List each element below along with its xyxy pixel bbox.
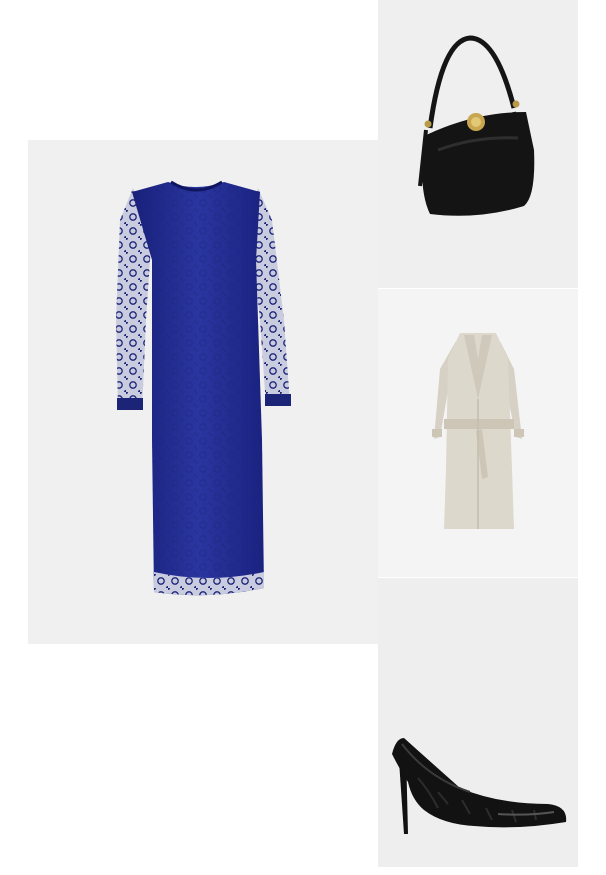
- product-tile-shoe[interactable]: [378, 578, 578, 867]
- product-tile-coat[interactable]: [378, 289, 578, 578]
- product-tile-dress[interactable]: [28, 140, 378, 644]
- trench-coat-image: [432, 333, 524, 529]
- pump-shoe-image: [392, 738, 567, 834]
- lace-dress-image: [116, 180, 291, 596]
- product-tile-bag[interactable]: [378, 0, 578, 289]
- shoulder-bag-image: [418, 35, 535, 216]
